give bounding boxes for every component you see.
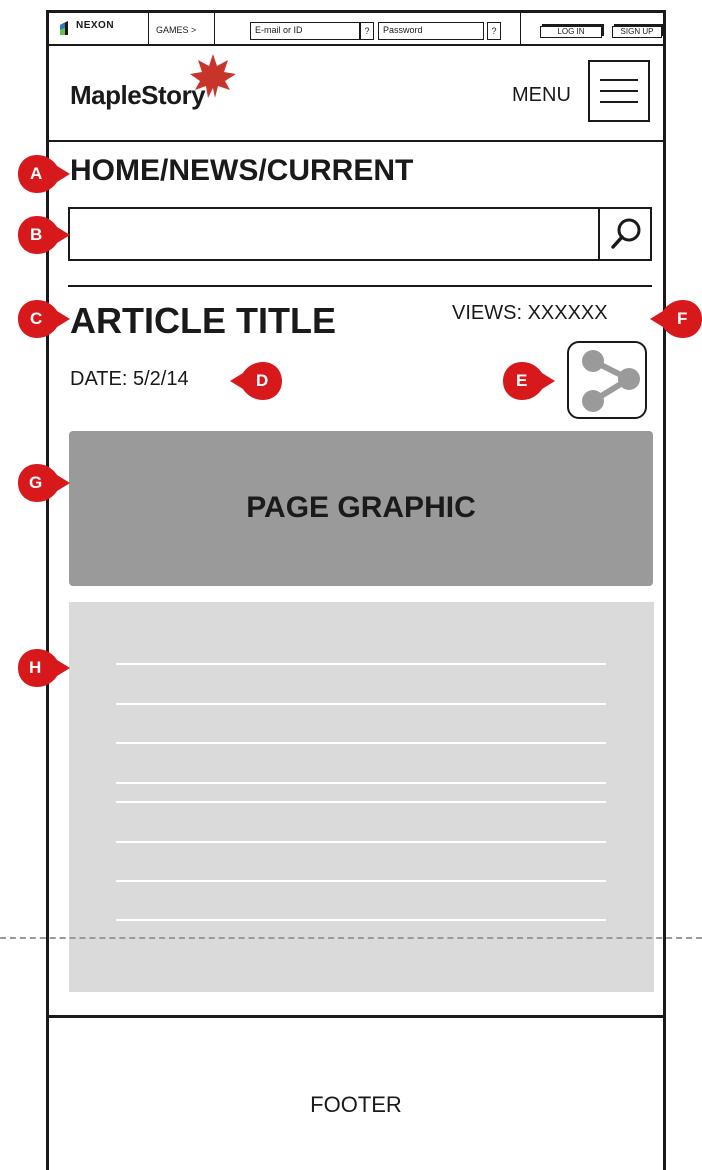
callout-g: G [16,462,70,504]
views-count: VIEWS: XXXXXX [452,302,608,324]
text-line-placeholder [116,782,606,784]
text-line-placeholder [116,801,606,803]
nexon-brand-text: NEXON [76,20,115,31]
callout-a-label: A [30,164,43,183]
callout-h-label: H [29,658,42,677]
breadcrumb[interactable]: HOME/NEWS/CURRENT [70,154,413,188]
callout-b: B [16,214,70,256]
page-graphic-label: PAGE GRAPHIC [246,491,476,524]
callout-c: C [16,298,70,340]
password-field[interactable]: Password [378,22,484,40]
callout-d: D [230,360,282,402]
text-line-placeholder [116,919,606,921]
share-button[interactable] [567,341,647,419]
callout-f: F [650,298,702,340]
text-line-placeholder [116,880,606,882]
maple-leaf-icon [190,54,236,98]
callout-e: E [501,360,555,402]
header-divider [46,140,666,142]
callout-g-label: G [29,473,43,492]
article-title: ARTICLE TITLE [70,300,336,341]
callout-f-label: F [677,309,688,328]
text-line-placeholder [116,663,606,665]
search-icon [611,218,641,249]
topbar-divider [520,12,521,46]
search-button[interactable] [598,209,650,259]
callout-e-label: E [516,371,528,390]
menu-label[interactable]: MENU [512,84,571,107]
footer: FOOTER [310,1092,402,1117]
signup-button[interactable]: SIGN UP [612,26,662,38]
search-input[interactable] [70,209,600,259]
page-graphic: PAGE GRAPHIC [69,431,653,586]
text-line-placeholder [116,742,606,744]
nexon-brand[interactable]: NEXON [60,20,120,40]
footer-divider [46,1015,666,1018]
email-help-button[interactable]: ? [360,22,374,40]
share-icon [582,350,640,412]
article-date: DATE: 5/2/14 [70,368,189,390]
callout-c-label: C [30,309,43,328]
hamburger-menu-button[interactable] [588,60,650,122]
callout-a: A [16,153,70,195]
callout-d-label: D [256,371,269,390]
nexon-logo-icon [60,21,68,35]
games-menu-link[interactable]: GAMES > [156,25,196,35]
password-help-button[interactable]: ? [487,22,501,40]
topbar-divider [214,12,215,46]
maplestory-logo[interactable]: MapleStory [70,80,206,111]
text-line-placeholder [116,841,606,843]
callout-b-label: B [30,225,43,244]
article-body [69,602,654,992]
text-line-placeholder [116,703,606,705]
login-button[interactable]: LOG IN [540,26,602,38]
email-field[interactable]: E-mail or ID [250,22,360,40]
topbar-divider [148,12,149,46]
search-bar [68,207,652,261]
page-fold-line [0,937,702,939]
callout-h: H [16,647,70,689]
section-divider [68,285,652,287]
